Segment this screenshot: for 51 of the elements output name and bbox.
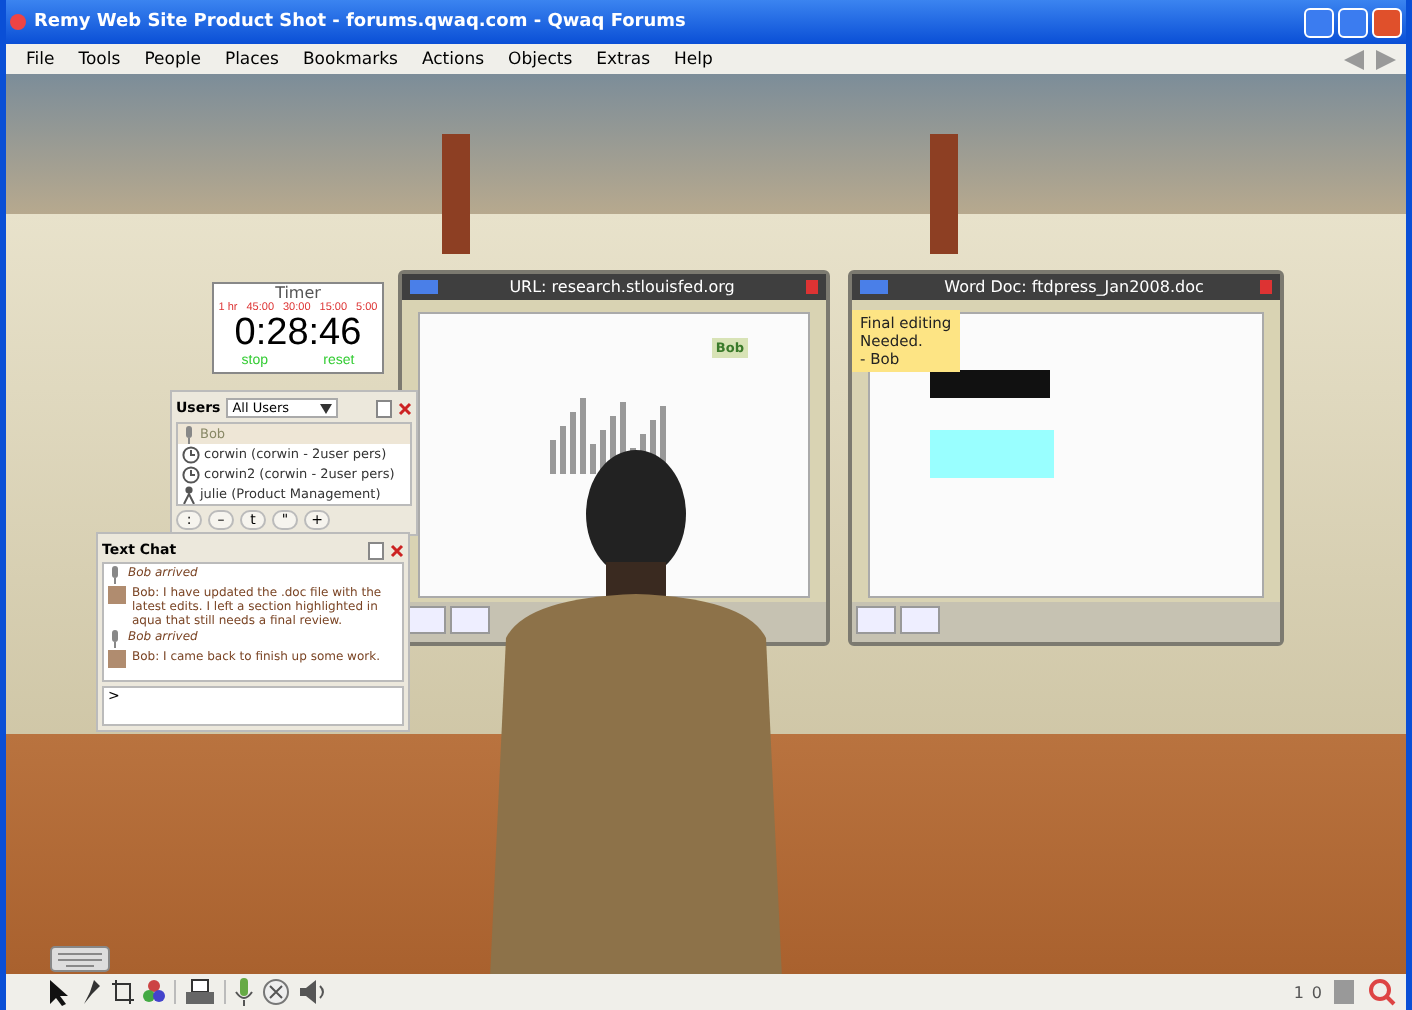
menu-item[interactable]: File: [14, 49, 67, 69]
clock-icon: [182, 445, 200, 463]
microphone-icon: [108, 630, 122, 648]
circles-icon[interactable]: [142, 978, 166, 1006]
panel-title: Word Doc: ftdpress_Jan2008.doc: [942, 278, 1206, 296]
timer-display: 0:28:46: [232, 314, 364, 354]
timer-title: Timer: [273, 284, 323, 302]
microphone-icon: [108, 566, 122, 584]
app-icon: [10, 14, 26, 30]
clock-icon: [182, 465, 200, 483]
status-count: 1: [1293, 983, 1304, 1001]
pillar: [442, 134, 470, 254]
menu-item[interactable]: People: [132, 49, 213, 69]
status-count: 0: [1311, 983, 1322, 1001]
window-icon[interactable]: [376, 399, 392, 417]
thumbnail[interactable]: [900, 606, 940, 634]
minimize-button[interactable]: [1304, 7, 1334, 37]
menu-item[interactable]: Help: [662, 49, 725, 69]
thumbnail[interactable]: [856, 606, 896, 634]
thumbnail[interactable]: [406, 606, 446, 634]
window-title: Remy Web Site Product Shot - forums.qwaq.com - Qwaq Forums: [34, 12, 686, 32]
menu-item[interactable]: Extras: [584, 49, 663, 69]
microphone-icon[interactable]: [234, 976, 254, 1008]
crop-icon[interactable]: [110, 978, 134, 1006]
menu-item[interactable]: Places: [212, 49, 291, 69]
mute-icon[interactable]: [262, 978, 290, 1006]
window-icon[interactable]: [368, 541, 384, 559]
avatar-placeholder: [108, 586, 126, 604]
speaker-icon[interactable]: [298, 978, 330, 1006]
menu-item[interactable]: Objects: [496, 49, 585, 69]
menu-item[interactable]: Tools: [66, 49, 133, 69]
pointer-icon[interactable]: [46, 978, 70, 1006]
highlighted-text-block: [930, 370, 1050, 398]
caret-icon: [320, 403, 333, 413]
menu-item[interactable]: Bookmarks: [290, 49, 410, 69]
panel-title: URL: research.stlouisfed.org: [507, 278, 737, 296]
close-button[interactable]: [1372, 7, 1402, 37]
maximize-button[interactable]: [1338, 7, 1368, 37]
printer-icon[interactable]: [184, 978, 216, 1006]
microphone-icon: [182, 425, 196, 443]
menu-item[interactable]: Actions: [409, 49, 497, 69]
avatar-placeholder: [108, 650, 126, 668]
close-icon[interactable]: [398, 401, 412, 415]
highlighted-text-block: [930, 430, 1054, 478]
close-icon[interactable]: [390, 543, 404, 557]
thumbnail[interactable]: [450, 606, 490, 634]
search-icon[interactable]: [1366, 978, 1398, 1006]
person-icon: [182, 485, 196, 503]
pillar: [930, 134, 958, 254]
back-arrow-icon[interactable]: [1342, 49, 1366, 69]
forward-arrow-icon[interactable]: [1374, 49, 1398, 69]
